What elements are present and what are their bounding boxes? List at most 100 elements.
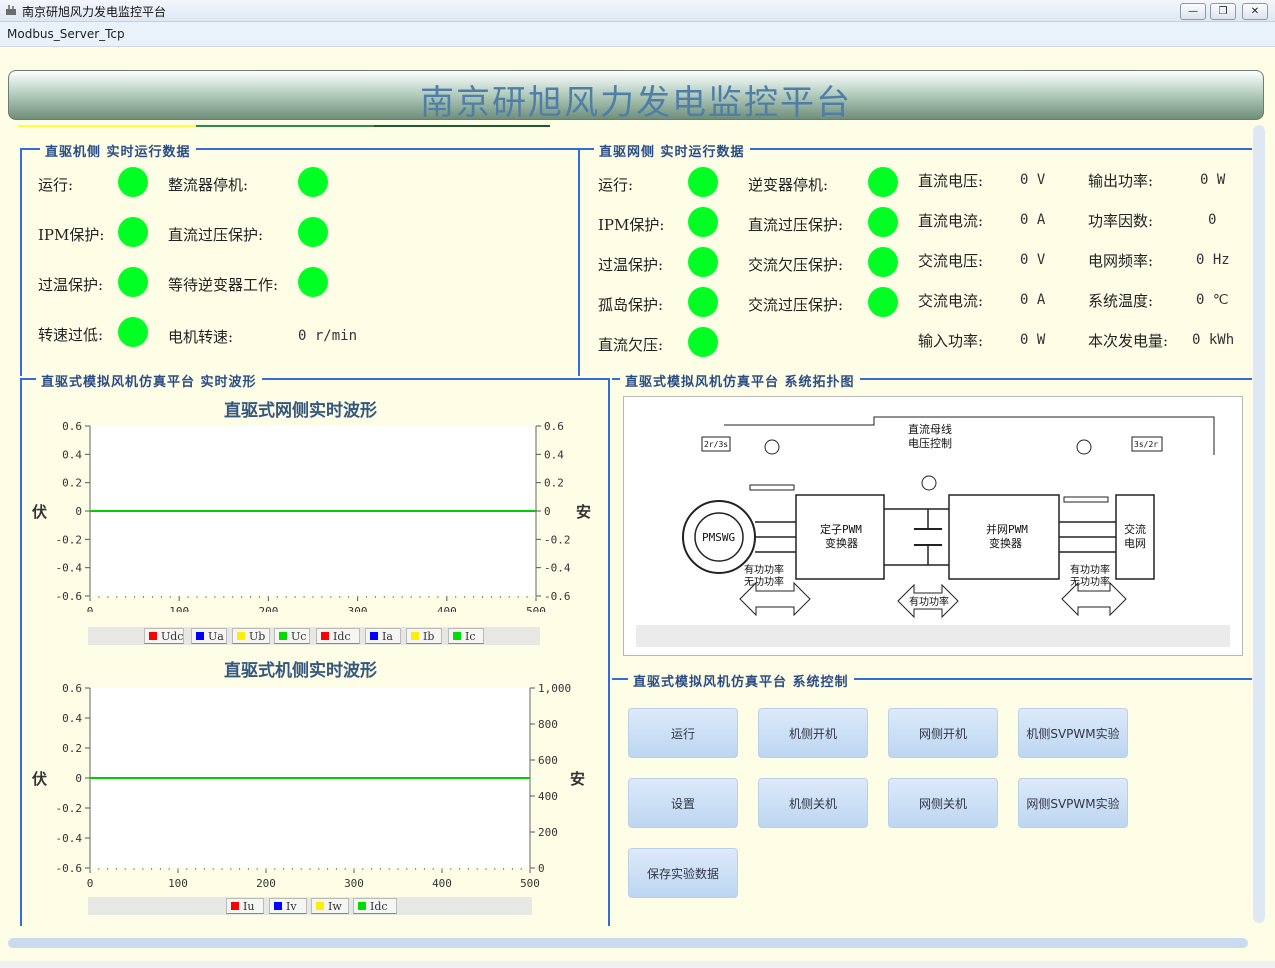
chart2-legend-item[interactable]: Idc	[353, 898, 397, 914]
gs-grid-freq-value: 0 Hz	[1196, 252, 1230, 268]
chart1-legend-item[interactable]: Idc	[316, 628, 360, 644]
y-tick-label: -0.4	[56, 562, 83, 575]
y-tick-label: -0.4	[56, 832, 83, 845]
chart2-legend-item[interactable]: Iu	[226, 898, 264, 914]
x-tick-label: 500	[520, 877, 540, 890]
minimize-button[interactable]: —	[1180, 3, 1206, 20]
y2-tick-label: 0.2	[544, 477, 564, 490]
legend-swatch	[196, 632, 204, 640]
gs-island-led	[688, 287, 718, 317]
legend-swatch	[237, 632, 245, 640]
machine-svpwm-button[interactable]: 机侧SVPWM实验	[1018, 708, 1128, 758]
chart1-legend-item[interactable]: Ib	[406, 628, 442, 644]
y-tick-label: 0.2	[62, 742, 82, 755]
grid-svpwm-button[interactable]: 网侧SVPWM实验	[1018, 778, 1128, 828]
window-title: 南京研旭风力发电监控平台	[22, 5, 167, 19]
gs-ac-over-label: 交流过压保护:	[748, 296, 844, 314]
y-axis-label: 伏	[32, 770, 47, 788]
chart1-legend-item[interactable]: Udc	[144, 628, 184, 644]
chart2-legend: Iu Iv Iw Idc	[88, 897, 532, 915]
maximize-button[interactable]: ❐	[1210, 3, 1236, 20]
grid-start-button[interactable]: 网侧开机	[888, 708, 998, 758]
chart1-legend-item[interactable]: Ic	[448, 628, 484, 644]
gs-dc-under-led	[688, 327, 718, 357]
y2-tick-label: 400	[538, 790, 558, 803]
x-tick-label: 300	[344, 877, 364, 890]
chart1-legend-item[interactable]: Ua	[191, 628, 227, 644]
machine-stop-button[interactable]: 机侧关机	[758, 778, 868, 828]
settings-button[interactable]: 设置	[628, 778, 738, 828]
ms-wait-inverter-led	[298, 267, 328, 297]
topology-caption-bar	[636, 625, 1230, 647]
y2-tick-label: 200	[538, 826, 558, 839]
ac-grid-label-2: 电网	[1124, 537, 1146, 550]
gs-island-label: 孤岛保护:	[598, 296, 664, 314]
chart1-legend-item[interactable]: Ia	[365, 628, 401, 644]
gs-dc-voltage-value: 0 V	[1020, 172, 1046, 188]
ms-run-led	[118, 167, 148, 197]
legend-text: Uc	[291, 630, 307, 643]
chart2-plot: 0.6 0.4 0.2 0 -0.2 -0.4 -0.6 1,000 800 600 400 200 0…	[32, 682, 585, 890]
ms-over-speed-led	[118, 317, 148, 347]
horizontal-scrollbar[interactable]	[8, 938, 1248, 948]
legend-text: Iw	[328, 900, 342, 913]
run-button[interactable]: 运行	[628, 708, 738, 758]
waveform-right-border	[608, 378, 610, 926]
legend-swatch	[231, 902, 239, 910]
y-tick-label: -0.2	[56, 533, 83, 546]
status-bar	[0, 961, 1275, 968]
y2-axis-label: 安	[576, 503, 591, 521]
chart2-legend-item[interactable]: Iv	[269, 898, 307, 914]
summing-junction	[921, 475, 937, 491]
x-tick-label: 100	[168, 877, 188, 890]
main-canvas: 南京研旭风力发电监控平台 直驱机侧 实时运行数据 运行: 整流器停机: IPM保…	[0, 48, 1275, 968]
stator-pwm-label-1: 定子PWM	[820, 522, 862, 536]
x-tick-label: 500	[526, 605, 546, 612]
window-titlebar: 南京研旭风力发电监控平台 — ❐ ✕	[0, 0, 1275, 22]
gs-inverter-stop-led	[868, 167, 898, 197]
y-tick-label: 0	[75, 505, 82, 518]
chart1-legend-item[interactable]: Uc	[274, 628, 310, 644]
grid-pwm-label-2: 变换器	[989, 536, 1022, 550]
y-tick-label: 0	[75, 772, 82, 785]
menu-modbus-server[interactable]: Modbus_Server_Tcp	[7, 27, 125, 41]
transform-3s2r-label: 3s/2r	[1134, 440, 1158, 449]
gs-ac-current-label: 交流电流:	[918, 292, 984, 310]
legend-text: Iu	[243, 900, 255, 913]
legend-text: Idc	[333, 630, 351, 643]
ms-over-temp-label: 过温保护:	[38, 276, 104, 294]
y2-tick-label: -0.6	[544, 590, 571, 603]
sum-node-left	[764, 439, 780, 455]
transform-2r3s-label: 2r/3s	[704, 440, 728, 449]
app-icon	[6, 5, 16, 15]
legend-text: Idc	[370, 900, 388, 913]
legend-swatch	[316, 902, 324, 910]
chart1-legend-item[interactable]: Ub	[232, 628, 270, 644]
tab-indicator-1	[18, 125, 196, 127]
grid-pwm-label-1: 并网PWM	[986, 522, 1028, 536]
y2-tick-label: 0	[544, 505, 551, 518]
y2-tick-label: -0.4	[544, 562, 571, 575]
close-button[interactable]: ✕	[1242, 3, 1268, 20]
vertical-scrollbar[interactable]	[1253, 125, 1265, 923]
grid-stop-button[interactable]: 网侧关机	[888, 778, 998, 828]
save-data-button[interactable]: 保存实验数据	[628, 848, 738, 898]
gs-inverter-stop-label: 逆变器停机:	[748, 176, 829, 194]
ms-run-label: 运行:	[38, 176, 74, 194]
ms-speed-value: 0 r/min	[298, 328, 358, 344]
legend-text: Ua	[208, 630, 224, 643]
ms-speed-label: 电机转速:	[168, 328, 234, 346]
bus-bar-right	[1063, 496, 1109, 503]
y-tick-label: -0.6	[56, 590, 83, 603]
p-label-center: 有功功率	[909, 595, 949, 608]
x-tick-label: 400	[432, 877, 452, 890]
waveform-left-border	[20, 378, 22, 926]
y2-tick-label: -0.2	[544, 533, 571, 546]
machine-start-button[interactable]: 机侧开机	[758, 708, 868, 758]
chart2-legend-item[interactable]: Iw	[311, 898, 349, 914]
legend-text: Udc	[161, 630, 184, 643]
y-axis-label: 伏	[32, 503, 47, 521]
sum-node-right	[1076, 439, 1092, 455]
y2-tick-label: 600	[538, 754, 558, 767]
legend-swatch	[411, 632, 419, 640]
